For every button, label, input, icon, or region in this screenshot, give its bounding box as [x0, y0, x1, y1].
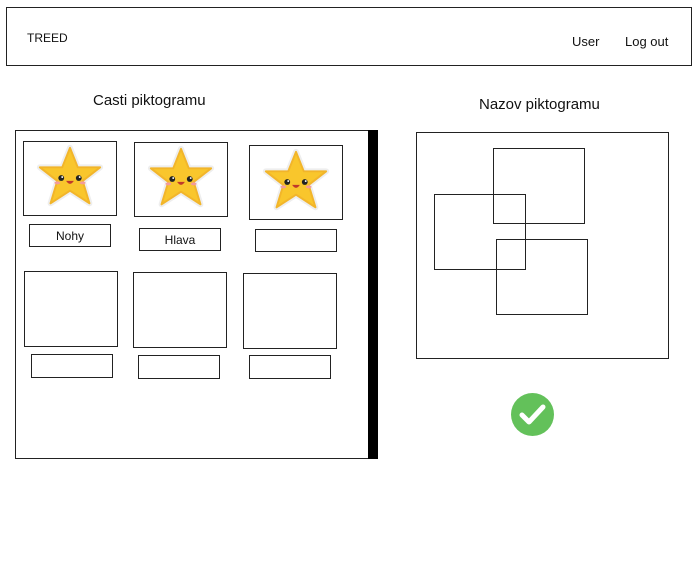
star-face-icon: [36, 144, 104, 207]
part-tile-4[interactable]: [24, 271, 118, 347]
part-label-input-1[interactable]: [29, 224, 111, 247]
parts-panel-scrollbar[interactable]: [368, 130, 378, 459]
part-label-input-5[interactable]: [138, 355, 220, 379]
part-tile-5[interactable]: [133, 272, 227, 348]
logout-link[interactable]: Log out: [625, 34, 668, 49]
part-tile-6[interactable]: [243, 273, 337, 349]
drop-zone-3[interactable]: [496, 239, 588, 315]
part-label-input-3[interactable]: [255, 229, 337, 252]
part-label-input-2[interactable]: [139, 228, 221, 251]
part-label-input-6[interactable]: [249, 355, 331, 379]
part-label-input-4[interactable]: [31, 354, 113, 378]
part-tile-1[interactable]: [23, 141, 117, 216]
part-tile-2[interactable]: [134, 142, 228, 217]
star-face-icon: [262, 148, 330, 211]
part-tile-3[interactable]: [249, 145, 343, 220]
brand-logo[interactable]: TREED: [27, 31, 68, 45]
star-face-icon: [147, 145, 215, 208]
user-link[interactable]: User: [572, 34, 599, 49]
confirm-button[interactable]: [511, 393, 554, 436]
checkmark-icon: [511, 393, 554, 436]
pictogram-title: Nazov piktogramu: [479, 96, 600, 113]
parts-title: Casti piktogramu: [93, 92, 206, 109]
